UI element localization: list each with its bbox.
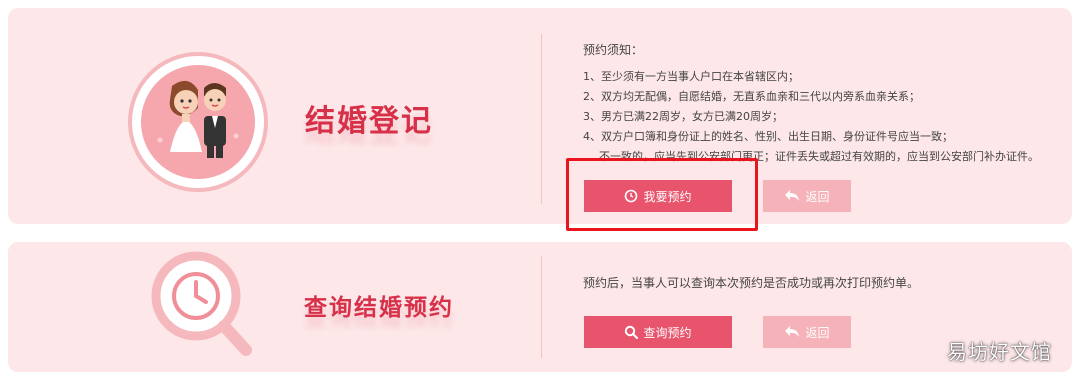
notice-item: 2、双方均无配偶，自愿结婚，无直系血亲和三代以内旁系血亲关系； xyxy=(583,90,920,103)
marriage-registration-panel: 结婚登记 预约须知： 1、至少须有一方当事人户口在本省辖区内； 2、双方均无配偶… xyxy=(8,8,1072,224)
divider xyxy=(541,34,542,204)
divider xyxy=(541,256,542,358)
notice-item: 1、至少须有一方当事人户口在本省辖区内； xyxy=(583,70,799,83)
back-button-label: 返回 xyxy=(805,325,830,340)
search-icon xyxy=(624,325,639,339)
reservation-notice: 预约须知： 1、至少须有一方当事人户口在本省辖区内； 2、双方均无配偶，自愿结婚… xyxy=(583,40,1053,167)
notice-title: 预约须知： xyxy=(583,43,644,57)
query-reservation-panel: 查询结婚预约 预约后，当事人可以查询本次预约是否成功或再次打印预约单。 查询预约… xyxy=(8,242,1072,372)
query-description: 预约后，当事人可以查询本次预约是否成功或再次打印预约单。 xyxy=(583,276,920,290)
return-arrow-icon xyxy=(784,325,800,339)
notice-item: 4、双方户口簿和身份证上的姓名、性别、出生日期、身份证件号应当一致； xyxy=(583,130,953,143)
query-button-label: 查询预约 xyxy=(643,325,692,340)
query-reservation-button[interactable]: 查询预约 xyxy=(584,316,732,348)
watermark: 易坊好文馆 xyxy=(947,340,1052,364)
back-button-label: 返回 xyxy=(805,189,830,204)
back-button[interactable]: 返回 xyxy=(763,316,851,348)
highlight-annotation-box xyxy=(566,158,758,231)
return-arrow-icon xyxy=(784,189,800,203)
search-clock-icon xyxy=(148,248,258,360)
marriage-registration-title: 结婚登记 xyxy=(305,104,433,139)
wedding-couple-icon xyxy=(128,52,268,192)
back-button[interactable]: 返回 xyxy=(763,180,851,212)
query-reservation-title: 查询结婚预约 xyxy=(304,294,454,321)
notice-item: 3、男方已满22周岁，女方已满20周岁； xyxy=(583,110,783,123)
